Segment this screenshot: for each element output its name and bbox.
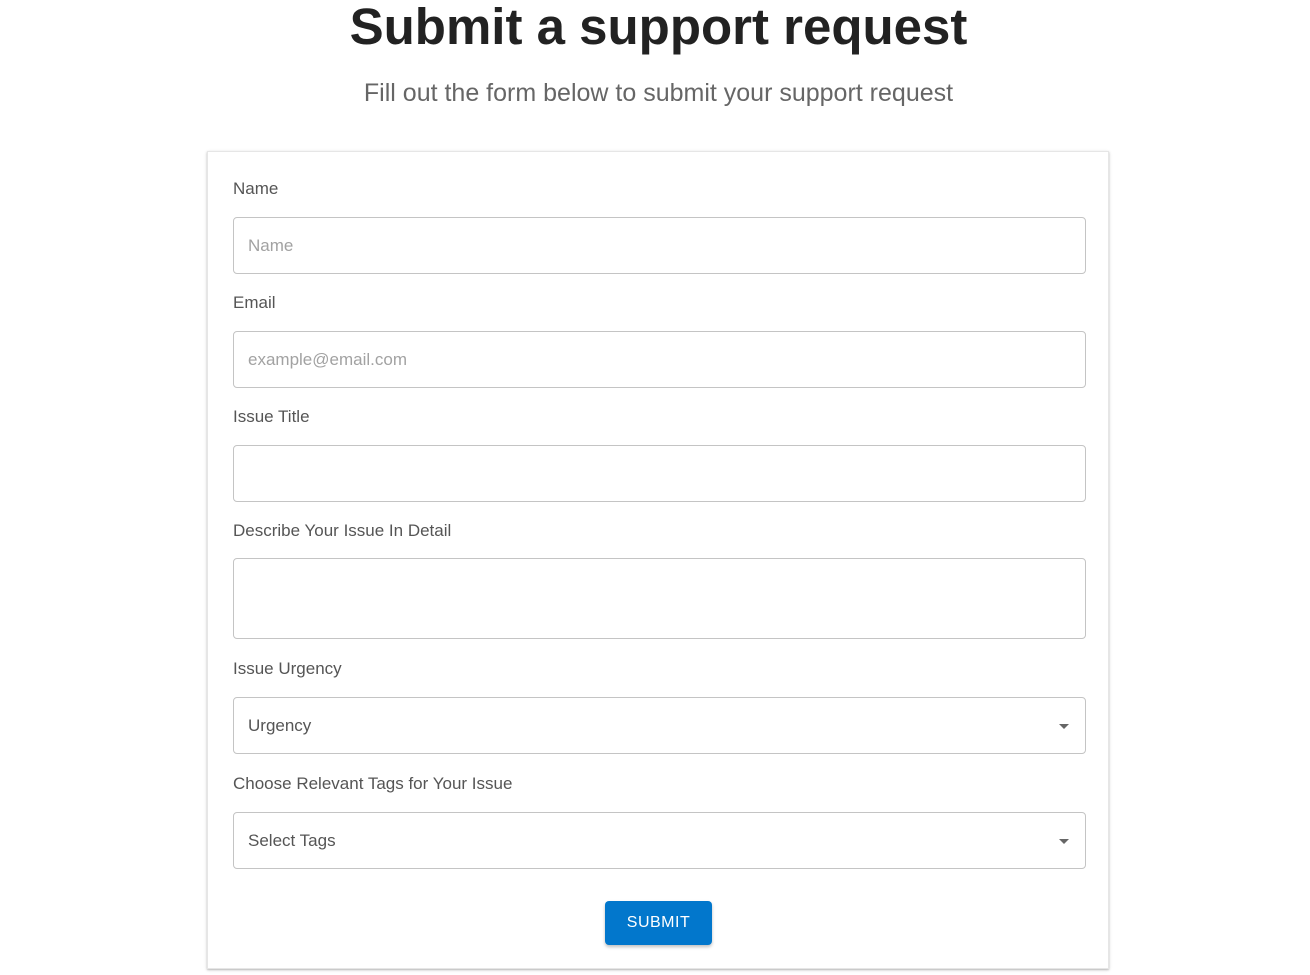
- chevron-down-icon: [1059, 839, 1069, 844]
- tags-select[interactable]: Select Tags: [233, 812, 1086, 869]
- urgency-select-value: Urgency: [248, 715, 312, 735]
- email-input[interactable]: [233, 331, 1086, 388]
- urgency-label: Issue Urgency: [233, 659, 342, 678]
- issue-title-label: Issue Title: [233, 407, 310, 426]
- submit-button[interactable]: SUBMIT: [605, 901, 712, 945]
- tags-select-value: Select Tags: [248, 830, 336, 850]
- issue-title-input[interactable]: [233, 445, 1086, 502]
- page-title: Submit a support request: [349, 0, 968, 55]
- description-label: Describe Your Issue In Detail: [233, 521, 452, 540]
- email-label: Email: [233, 293, 276, 312]
- page-subtitle: Fill out the form below to submit your s…: [363, 79, 954, 107]
- tags-label: Choose Relevant Tags for Your Issue: [233, 774, 513, 793]
- chevron-down-icon: [1059, 724, 1069, 729]
- support-request-form: Name Email Issue Title Describe Your Iss…: [207, 151, 1109, 969]
- name-input[interactable]: [233, 217, 1086, 274]
- urgency-select[interactable]: Urgency: [233, 697, 1086, 754]
- description-textarea[interactable]: [233, 558, 1086, 639]
- name-label: Name: [233, 179, 279, 198]
